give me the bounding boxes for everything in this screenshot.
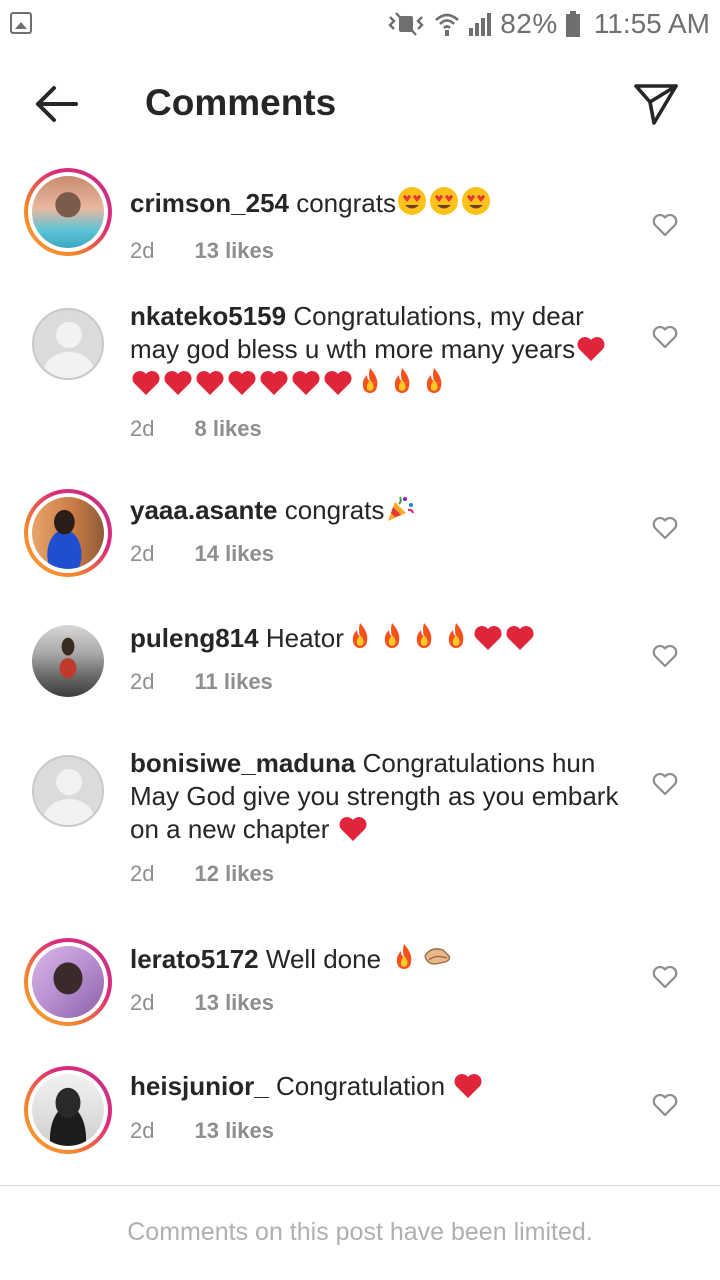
like-button[interactable] [648, 639, 682, 673]
heart-eyes-emoji [428, 187, 460, 218]
like-button[interactable] [648, 320, 682, 354]
comment-username[interactable]: yaaa.asante [130, 495, 277, 525]
header: Comments [0, 56, 720, 152]
comment-username[interactable]: heisjunior_ [130, 1071, 269, 1101]
page-title: Comments [145, 82, 337, 123]
share-button[interactable] [628, 80, 684, 128]
red-heart-emoji [472, 623, 504, 653]
avatar[interactable] [24, 617, 112, 705]
comments-limited-notice: Comments on this post have been limited. [127, 1218, 593, 1246]
heart-outline-icon [652, 213, 678, 237]
heart-outline-icon [652, 772, 678, 796]
party-popper-emoji [384, 495, 416, 525]
comment-text: Congratulation [275, 1071, 446, 1101]
arrow-left-icon [36, 86, 78, 122]
comment-item: nkateko5159 Congratulations, my dear may… [0, 300, 720, 450]
red-heart-emoji [226, 368, 258, 398]
avatar[interactable] [24, 489, 112, 577]
comment-item: heisjunior_ Congratulation 2d 13 likes [0, 1066, 720, 1176]
fire-emoji [408, 623, 440, 653]
heart-outline-icon [652, 644, 678, 668]
comment-likes[interactable]: 13 likes [194, 238, 274, 264]
comment-item: lerato5172 Well done 2d 13 likes [0, 938, 720, 1048]
red-heart-emoji [452, 1071, 484, 1101]
like-button[interactable] [648, 1088, 682, 1122]
avatar[interactable] [24, 300, 112, 388]
comment-username[interactable]: nkateko5159 [130, 301, 286, 331]
red-heart-emoji [130, 368, 162, 398]
battery-icon [565, 11, 580, 37]
comment-likes[interactable]: 13 likes [194, 990, 274, 1016]
red-heart-emoji [290, 368, 322, 398]
heart-eyes-emoji [460, 187, 492, 218]
like-button[interactable] [648, 208, 682, 242]
comment-likes[interactable]: 14 likes [194, 541, 274, 567]
fire-emoji [440, 623, 472, 653]
mute-vibrate-icon [388, 12, 424, 36]
fire-emoji [354, 368, 386, 398]
comment-likes[interactable]: 11 likes [194, 669, 272, 695]
like-button[interactable] [648, 960, 682, 994]
comment-text: congrats [296, 188, 396, 218]
comment-age: 2d [130, 1118, 155, 1143]
red-heart-emoji [504, 623, 536, 653]
comment-item: yaaa.asante congrats 2d 14 likes [0, 489, 720, 599]
comment-age: 2d [130, 416, 155, 441]
red-heart-emoji [322, 368, 354, 398]
comment-text: Heator [265, 623, 344, 653]
comment-text: Well done [265, 944, 382, 974]
fire-emoji [344, 623, 376, 653]
comment-likes[interactable]: 8 likes [194, 416, 261, 442]
comment-username[interactable]: lerato5172 [130, 944, 259, 974]
clock: 11:55 AM [593, 8, 710, 39]
wifi-icon [435, 13, 460, 36]
comment-age: 2d [130, 861, 155, 886]
red-heart-emoji [337, 814, 369, 844]
avatar[interactable] [24, 747, 112, 835]
comment-age: 2d [130, 541, 155, 566]
fire-emoji [388, 944, 420, 974]
comment-likes[interactable]: 13 likes [194, 1118, 274, 1144]
back-button[interactable] [28, 80, 84, 128]
comment-age: 2d [130, 669, 155, 694]
red-heart-emoji [258, 368, 290, 398]
heart-eyes-emoji [396, 187, 428, 218]
comment-item: bonisiwe_maduna Congratulations hun May … [0, 747, 720, 897]
fire-emoji [386, 368, 418, 398]
comment-username[interactable]: crimson_254 [130, 188, 289, 218]
comment-text: congrats [284, 495, 385, 525]
comment-age: 2d [130, 238, 155, 263]
signal-icon [469, 13, 492, 36]
comment-age: 2d [130, 990, 155, 1015]
footer-divider [0, 1185, 720, 1186]
comment-item: crimson_254 congrats 2d 13 likes [0, 168, 720, 278]
comment-username[interactable]: puleng814 [130, 623, 259, 653]
status-icons: 82% 11:55 AM [386, 6, 710, 42]
default-avatar-icon [32, 755, 104, 827]
comments-list[interactable]: crimson_254 congrats 2d 13 likes nkateko… [0, 150, 720, 1180]
heart-outline-icon [652, 516, 678, 540]
fire-emoji [418, 368, 450, 398]
heart-outline-icon [652, 965, 678, 989]
status-bar: 82% 11:55 AM [0, 0, 720, 48]
like-button[interactable] [648, 767, 682, 801]
direct-send-icon [634, 84, 678, 125]
clapping-hands-emoji [420, 944, 454, 974]
heart-outline-icon [652, 325, 678, 349]
comment-username[interactable]: bonisiwe_maduna [130, 748, 355, 778]
avatar[interactable] [24, 1066, 112, 1154]
red-heart-emoji [575, 334, 607, 364]
avatar[interactable] [24, 938, 112, 1026]
comment-item: puleng814 Heator 2d 11 likes [0, 617, 720, 727]
default-avatar-icon [32, 308, 104, 380]
battery-percent: 82% [500, 8, 558, 39]
fire-emoji [376, 623, 408, 653]
like-button[interactable] [648, 511, 682, 545]
red-heart-emoji [194, 368, 226, 398]
comment-likes[interactable]: 12 likes [194, 861, 274, 887]
heart-outline-icon [652, 1093, 678, 1117]
image-icon [10, 12, 32, 34]
avatar[interactable] [24, 168, 112, 256]
red-heart-emoji [162, 368, 194, 398]
